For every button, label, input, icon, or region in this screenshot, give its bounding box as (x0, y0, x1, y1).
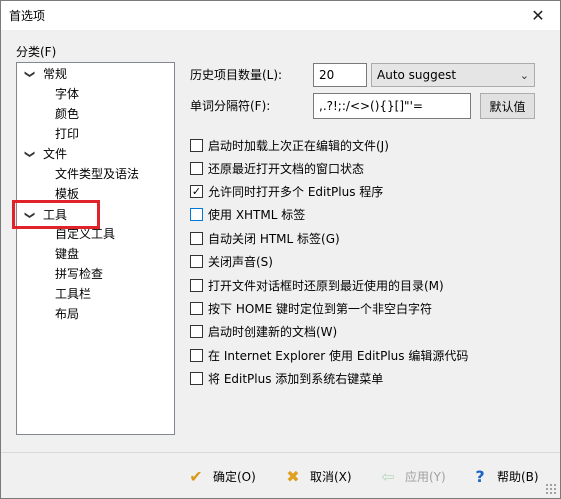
checkbox-box[interactable] (190, 301, 203, 315)
tree-node-toolbar[interactable]: 工具栏 (55, 285, 91, 303)
checkbox-box[interactable] (190, 207, 203, 221)
tree-node-print[interactable]: 打印 (55, 125, 79, 143)
history-count-input[interactable]: 20 (313, 63, 367, 87)
chevron-down-icon: ⌄ (519, 68, 529, 82)
checkbox-box[interactable] (190, 254, 203, 268)
chevron-down-icon[interactable]: ❯ (20, 211, 38, 223)
checkbox-box[interactable] (190, 231, 203, 245)
history-mode-select[interactable]: Auto suggest ⌄ (371, 63, 535, 87)
tree-node-user-tools[interactable]: 自定义工具 (55, 225, 115, 243)
checkbox-box[interactable] (190, 138, 203, 152)
checkbox-multiple-instances[interactable]: ✓ 允许同时打开多个 EditPlus 程序 (190, 182, 383, 200)
checkmark-icon: ✔ (189, 466, 203, 486)
checkmark-icon: ✓ (191, 184, 202, 198)
tree-node-keyboard[interactable]: 键盘 (55, 245, 79, 263)
category-label: 分类(F) (16, 45, 57, 59)
checkbox-load-last-files[interactable]: 启动时加载上次正在编辑的文件(J) (190, 136, 389, 154)
history-count-label: 历史项目数量(L): (190, 68, 283, 82)
ok-button[interactable]: ✔ 确定(O) (187, 464, 256, 488)
checkbox-new-doc-on-start[interactable]: 启动时创建新的文档(W) (190, 322, 337, 340)
footer-divider (1, 452, 560, 453)
tree-node-spell-check[interactable]: 拼写检查 (55, 265, 103, 283)
checkbox-auto-close-html[interactable]: 自动关闭 HTML 标签(G) (190, 229, 340, 247)
cross-icon: ✖ (286, 466, 300, 486)
resize-grip[interactable] (545, 483, 557, 495)
default-button[interactable]: 默认值 (480, 93, 535, 119)
checkbox-shell-context-menu[interactable]: 将 EditPlus 添加到系统右键菜单 (190, 369, 383, 387)
preferences-dialog: 首选项 ✕ 分类(F) ❯ 常规 字体 颜色 打印 ❯ 文件 文件类型及语法 模板 … (0, 0, 561, 499)
checkbox-restore-recent-dir[interactable]: 打开文件对话框时还原到最近使用的目录(M) (190, 276, 444, 294)
arrow-left-icon: ⇦ (381, 466, 395, 486)
apply-button[interactable]: ⇦ 应用(Y) (379, 464, 445, 488)
category-tree[interactable]: ❯ 常规 字体 颜色 打印 ❯ 文件 文件类型及语法 模板 ❯ 工具 自定义工具 键盘… (16, 62, 175, 435)
checkbox-restore-window-state[interactable]: 还原最近打开文档的窗口状态 (190, 159, 364, 177)
word-delimiter-label: 单词分隔符(F): (190, 99, 271, 113)
window-title: 首选项 (9, 9, 46, 23)
title-bar: 首选项 ✕ (1, 1, 560, 30)
word-delimiter-input[interactable]: ,.?!;:/<>(){}[]"'= (313, 93, 471, 119)
tree-node-general[interactable]: ❯ 常规 (23, 65, 67, 83)
checkbox-mute-sound[interactable]: 关闭声音(S) (190, 252, 273, 270)
chevron-down-icon[interactable]: ❯ (20, 150, 38, 162)
checkbox-box[interactable] (190, 348, 203, 362)
checkbox-box[interactable] (190, 278, 203, 292)
tree-node-font[interactable]: 字体 (55, 85, 79, 103)
tree-node-template[interactable]: 模板 (55, 185, 79, 203)
help-button[interactable]: ? 帮助(B) (471, 464, 538, 488)
tree-node-file[interactable]: ❯ 文件 (23, 145, 67, 163)
checkbox-box[interactable] (190, 324, 203, 338)
close-button[interactable]: ✕ (516, 1, 560, 30)
tree-node-color[interactable]: 颜色 (55, 105, 79, 123)
tree-node-layout[interactable]: 布局 (55, 305, 79, 323)
checkbox-ie-view-source[interactable]: 在 Internet Explorer 使用 EditPlus 编辑源代码 (190, 346, 468, 364)
checkbox-use-xhtml[interactable]: 使用 XHTML 标签 (190, 205, 305, 223)
chevron-down-icon[interactable]: ❯ (20, 70, 38, 82)
tree-node-tools[interactable]: ❯ 工具 (23, 206, 67, 224)
checkbox-home-key[interactable]: 按下 HOME 键时定位到第一个非空白字符 (190, 299, 432, 317)
help-icon: ? (475, 466, 485, 486)
tree-node-file-types[interactable]: 文件类型及语法 (55, 165, 139, 183)
checkbox-box[interactable] (190, 161, 203, 175)
checkbox-box[interactable] (190, 371, 203, 385)
cancel-button[interactable]: ✖ 取消(X) (284, 464, 351, 488)
close-icon: ✕ (531, 6, 545, 25)
checkbox-box[interactable]: ✓ (190, 184, 203, 198)
